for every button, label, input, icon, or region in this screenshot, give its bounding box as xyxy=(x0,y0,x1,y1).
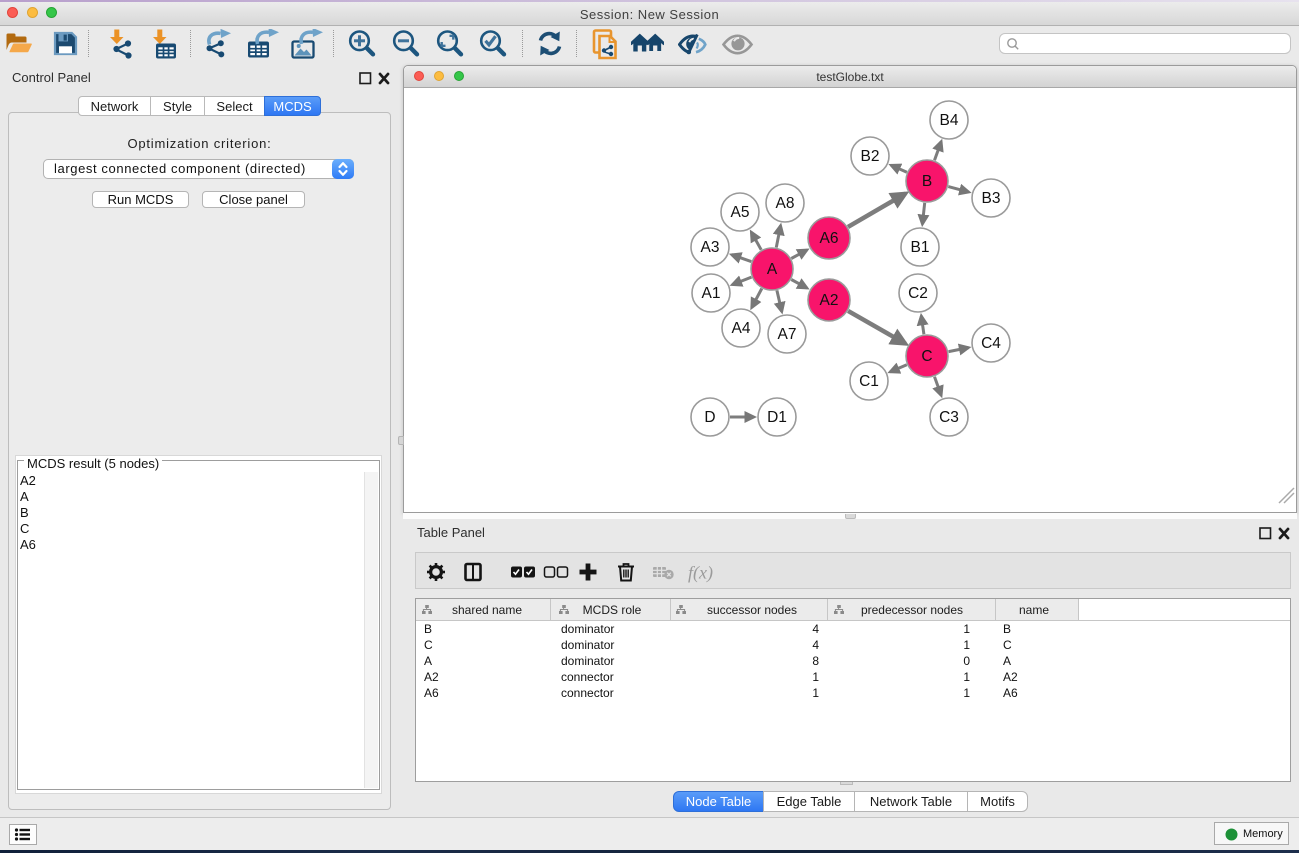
svg-text:shared name: shared name xyxy=(452,603,522,617)
svg-text:A2: A2 xyxy=(1003,670,1018,684)
svg-text:A7: A7 xyxy=(778,326,797,343)
svg-text:dominator: dominator xyxy=(561,622,614,636)
svg-text:predecessor nodes: predecessor nodes xyxy=(861,603,963,617)
svg-text:dominator: dominator xyxy=(561,638,614,652)
svg-text:8: 8 xyxy=(812,654,819,668)
svg-text:1: 1 xyxy=(963,670,970,684)
svg-text:B3: B3 xyxy=(982,190,1001,207)
svg-text:A6: A6 xyxy=(820,230,839,247)
svg-text:connector: connector xyxy=(561,686,614,700)
svg-text:C1: C1 xyxy=(859,373,879,390)
svg-text:A2: A2 xyxy=(424,670,439,684)
svg-text:f(x): f(x) xyxy=(688,563,713,584)
svg-text:B4: B4 xyxy=(940,112,959,129)
svg-text:connector: connector xyxy=(561,670,614,684)
svg-text:1: 1 xyxy=(812,670,819,684)
svg-text:C2: C2 xyxy=(908,285,928,302)
svg-text:name: name xyxy=(1019,603,1049,617)
svg-text:1: 1 xyxy=(963,686,970,700)
svg-text:4: 4 xyxy=(812,638,819,652)
svg-text:A8: A8 xyxy=(776,195,795,212)
svg-text:1: 1 xyxy=(812,686,819,700)
svg-text:D1: D1 xyxy=(767,409,787,426)
svg-text:B2: B2 xyxy=(861,148,880,165)
svg-text:B: B xyxy=(1003,622,1011,636)
svg-text:A2: A2 xyxy=(820,292,839,309)
svg-text:A: A xyxy=(1003,654,1011,668)
svg-text:C4: C4 xyxy=(981,335,1001,352)
svg-text:C: C xyxy=(424,638,433,652)
svg-text:D: D xyxy=(704,409,715,426)
svg-text:A3: A3 xyxy=(701,239,720,256)
svg-text:dominator: dominator xyxy=(561,654,614,668)
svg-text:A6: A6 xyxy=(1003,686,1018,700)
svg-text:C3: C3 xyxy=(939,409,959,426)
svg-text:A6: A6 xyxy=(424,686,439,700)
svg-text:successor nodes: successor nodes xyxy=(707,603,797,617)
svg-text:C: C xyxy=(921,348,932,365)
svg-text:MCDS role: MCDS role xyxy=(583,603,642,617)
svg-text:4: 4 xyxy=(812,622,819,636)
svg-text:B: B xyxy=(424,622,432,636)
svg-text:1: 1 xyxy=(963,638,970,652)
svg-text:0: 0 xyxy=(963,654,970,668)
svg-text:C: C xyxy=(1003,638,1012,652)
svg-text:A4: A4 xyxy=(732,320,751,337)
svg-text:A5: A5 xyxy=(731,204,750,221)
svg-text:1: 1 xyxy=(963,622,970,636)
svg-text:A1: A1 xyxy=(702,285,721,302)
svg-text:B1: B1 xyxy=(911,239,930,256)
svg-text:A: A xyxy=(767,261,778,278)
svg-text:A: A xyxy=(424,654,432,668)
svg-text:B: B xyxy=(922,173,932,190)
